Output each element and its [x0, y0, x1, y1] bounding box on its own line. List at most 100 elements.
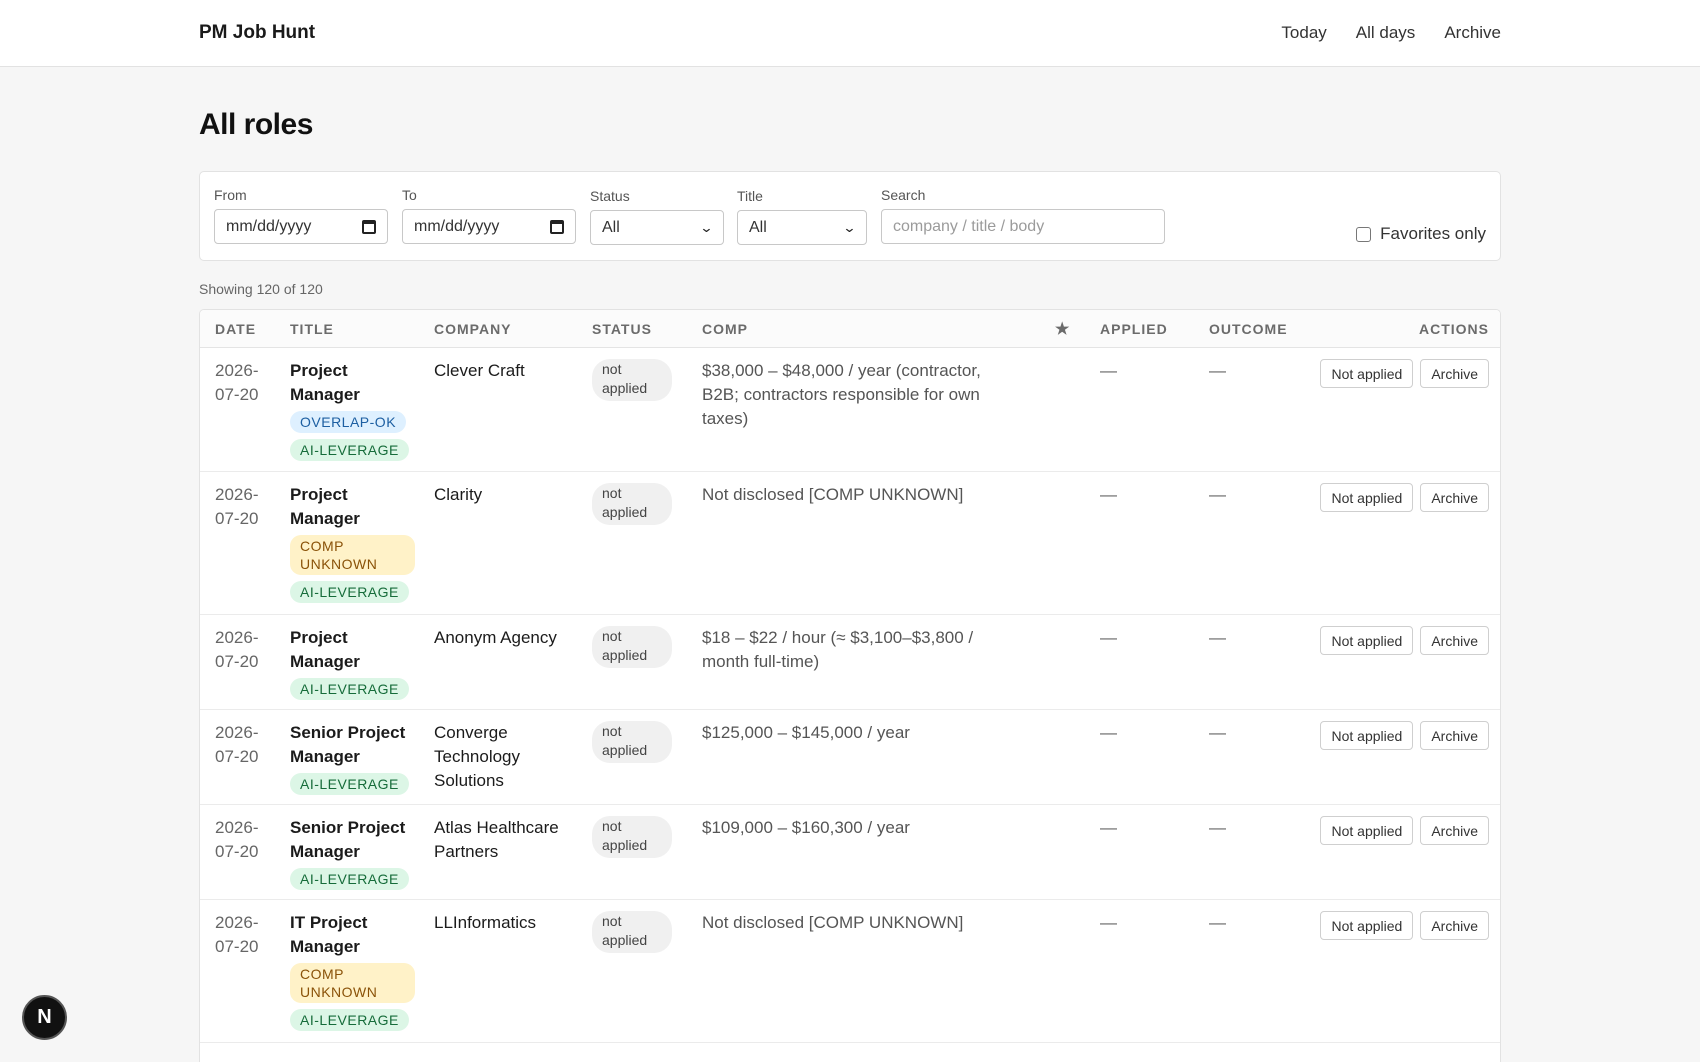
nav-archive[interactable]: Archive: [1444, 23, 1501, 43]
not-applied-button[interactable]: Not applied: [1320, 721, 1414, 750]
row-title-text[interactable]: Senior Project Manager: [290, 721, 415, 769]
row-comp: Not disclosed [COMP UNKNOWN]: [702, 485, 964, 504]
search-input[interactable]: company / title / body: [881, 209, 1165, 244]
row-title-text[interactable]: Project Manager: [290, 626, 415, 674]
row-outcome: —: [1209, 913, 1226, 932]
archive-button[interactable]: Archive: [1420, 483, 1489, 512]
col-applied[interactable]: Applied: [1100, 321, 1168, 337]
row-applied: —: [1100, 913, 1117, 932]
row-comp: $38,000 – $48,000 / year (contractor, B2…: [702, 361, 981, 428]
chevron-down-icon: ⌄: [842, 219, 857, 235]
not-applied-button[interactable]: Not applied: [1320, 359, 1414, 388]
dev-tools-badge[interactable]: N: [22, 995, 67, 1040]
not-applied-button[interactable]: Not applied: [1320, 816, 1414, 845]
row-company: Clarity: [434, 485, 483, 504]
not-applied-button[interactable]: Not applied: [1320, 911, 1414, 940]
search-placeholder: company / title / body: [893, 217, 1045, 235]
status-select[interactable]: All ⌄: [590, 210, 724, 245]
from-filter: From mm/dd/yyyy: [214, 187, 388, 244]
row-tags: AI-LEVERAGE: [290, 773, 415, 795]
from-date-input[interactable]: mm/dd/yyyy: [214, 209, 388, 244]
row-title-text[interactable]: Project Manager: [290, 359, 415, 407]
row-applied: —: [1100, 818, 1117, 837]
col-status[interactable]: Status: [592, 321, 652, 337]
table-row: 2026-07-20 Senior Project Manager AI-LEVER…: [200, 710, 1500, 805]
col-comp[interactable]: Comp: [702, 321, 748, 337]
title-select[interactable]: All ⌄: [737, 210, 867, 245]
col-company[interactable]: Company: [434, 321, 512, 337]
col-title[interactable]: Title: [290, 321, 334, 337]
row-title-text[interactable]: Senior Project Manager: [290, 816, 415, 864]
tag-badge: AI-LEVERAGE: [290, 581, 409, 603]
chevron-down-icon: ⌄: [699, 219, 714, 235]
calendar-icon[interactable]: [550, 219, 564, 234]
row-company: Converge Technology Solutions: [434, 723, 521, 790]
row-actions: Not applied Archive: [1320, 816, 1489, 845]
archive-button[interactable]: Archive: [1420, 359, 1489, 388]
table-row: 2026-07-20 IT Project Manager COMP UNKNOWN…: [200, 900, 1500, 1043]
row-tags: COMP UNKNOWN AI-LEVERAGE: [290, 535, 415, 603]
roles-table: Date Title Company Status Comp ★ Applied…: [199, 309, 1501, 1062]
archive-button[interactable]: Archive: [1420, 911, 1489, 940]
row-comp: $109,000 – $160,300 / year: [702, 818, 910, 837]
row-tags: COMP UNKNOWN AI-LEVERAGE: [290, 963, 415, 1031]
col-date[interactable]: Date: [215, 321, 256, 337]
table-row: 2026-07-20 Project Manager COMP UNKNOWN AI-…: [200, 472, 1500, 615]
page-title: All roles: [199, 108, 313, 141]
to-date-value: mm/dd/yyyy: [414, 217, 500, 235]
row-actions: Not applied Archive: [1320, 483, 1489, 512]
status-select-value: All: [602, 218, 620, 236]
table-row-partial: [200, 1043, 1500, 1062]
row-title: Project Manager OVERLAP-OK AI-LEVERAGE: [290, 359, 415, 461]
status-badge: not applied: [592, 816, 672, 858]
row-company: Anonym Agency: [434, 628, 557, 647]
brand-title[interactable]: PM Job Hunt: [199, 22, 315, 44]
row-date: 2026-07-20: [215, 485, 259, 528]
not-applied-button[interactable]: Not applied: [1320, 483, 1414, 512]
row-comp: Not disclosed [COMP UNKNOWN]: [702, 913, 964, 932]
row-date: 2026-07-20: [215, 913, 259, 956]
status-badge: not applied: [592, 721, 672, 763]
title-filter: Title All ⌄: [737, 188, 867, 245]
row-title-text[interactable]: IT Project Manager: [290, 911, 415, 959]
favorites-checkbox[interactable]: [1356, 226, 1372, 242]
row-applied: —: [1100, 723, 1117, 742]
favorites-only-toggle[interactable]: Favorites only: [1356, 224, 1486, 244]
row-applied: —: [1100, 628, 1117, 647]
row-applied: —: [1100, 485, 1117, 504]
nav-all-days[interactable]: All days: [1356, 23, 1416, 43]
row-date: 2026-07-20: [215, 723, 259, 766]
col-outcome[interactable]: Outcome: [1209, 321, 1288, 337]
to-label: To: [402, 187, 417, 203]
archive-button[interactable]: Archive: [1420, 816, 1489, 845]
col-actions: Actions: [1419, 321, 1489, 337]
nav-today[interactable]: Today: [1281, 23, 1326, 43]
col-favorite-star-icon[interactable]: ★: [1055, 319, 1070, 339]
row-outcome: —: [1209, 361, 1226, 380]
row-applied: —: [1100, 361, 1117, 380]
calendar-icon[interactable]: [362, 219, 376, 234]
row-title-text[interactable]: Project Manager: [290, 483, 415, 531]
row-title: Project Manager COMP UNKNOWN AI-LEVERAGE: [290, 483, 415, 603]
top-nav-bar: PM Job Hunt Today All days Archive: [0, 0, 1700, 67]
row-comp: $125,000 – $145,000 / year: [702, 723, 910, 742]
archive-button[interactable]: Archive: [1420, 721, 1489, 750]
archive-button[interactable]: Archive: [1420, 626, 1489, 655]
status-filter: Status All ⌄: [590, 188, 724, 245]
row-actions: Not applied Archive: [1320, 359, 1489, 388]
row-tags: AI-LEVERAGE: [290, 678, 415, 700]
row-actions: Not applied Archive: [1320, 626, 1489, 655]
row-outcome: —: [1209, 485, 1226, 504]
row-date: 2026-07-20: [215, 818, 259, 861]
title-select-value: All: [749, 218, 767, 236]
to-date-input[interactable]: mm/dd/yyyy: [402, 209, 576, 244]
not-applied-button[interactable]: Not applied: [1320, 626, 1414, 655]
row-date: 2026-07-20: [215, 361, 259, 404]
filter-panel: From mm/dd/yyyy To mm/dd/yyyy Status All…: [199, 171, 1501, 261]
row-outcome: —: [1209, 723, 1226, 742]
status-label: Status: [590, 188, 630, 204]
row-tags: OVERLAP-OK AI-LEVERAGE: [290, 411, 415, 461]
tag-badge: COMP UNKNOWN: [290, 963, 415, 1003]
row-company: LLInformatics: [434, 913, 537, 932]
favorites-label: Favorites only: [1380, 224, 1486, 243]
